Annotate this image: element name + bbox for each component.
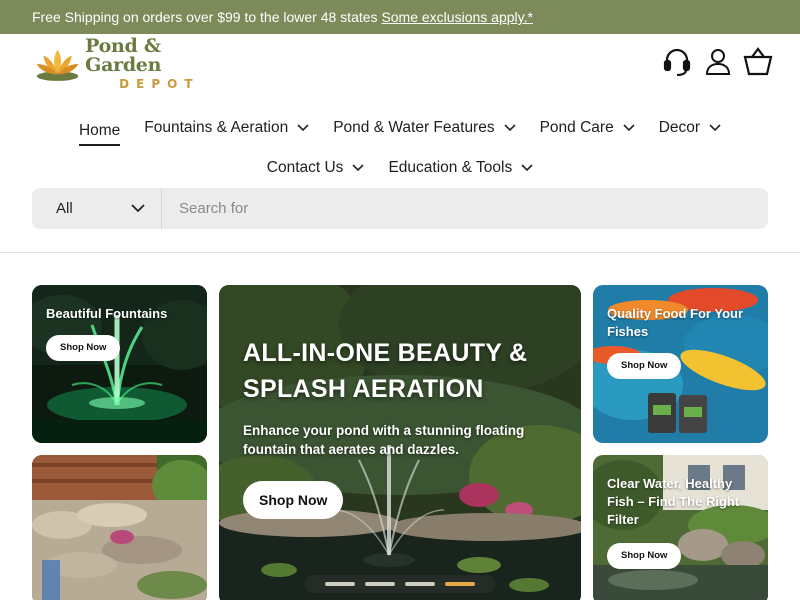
- nav-home[interactable]: Home: [78, 116, 121, 146]
- shop-now-button[interactable]: Shop Now: [46, 335, 121, 361]
- shop-now-button[interactable]: Shop Now: [607, 353, 682, 379]
- announcement-bar: Free Shipping on orders over $99 to the …: [0, 0, 800, 34]
- logo-subword: DEPOT: [119, 76, 200, 91]
- promo-tile-filter[interactable]: Clear Water, Healthy Fish – Find The Rig…: [593, 455, 768, 600]
- hero-description: Enhance your pond with a stunning floati…: [243, 423, 525, 457]
- carousel-dot[interactable]: [325, 582, 355, 586]
- tile-title: Beautiful Fountains: [46, 306, 168, 321]
- site-logo[interactable]: Pond & Garden DEPOT: [34, 36, 234, 90]
- carousel-dot[interactable]: [365, 582, 395, 586]
- search-input[interactable]: [162, 188, 768, 229]
- chevron-down-icon: [623, 124, 635, 132]
- promo-tile-waterfall[interactable]: [32, 455, 207, 600]
- exclusions-link[interactable]: Some exclusions apply.*: [381, 9, 532, 25]
- carousel-indicators: [305, 575, 495, 593]
- hero-heading: ALL-IN-ONE BEAUTY & SPLASH AERATION: [243, 339, 528, 403]
- promo-tile-fountains[interactable]: Beautiful Fountains Shop Now: [32, 285, 207, 443]
- chevron-down-icon: [504, 124, 516, 132]
- logo-wordmark: Pond & Garden: [85, 34, 162, 76]
- search-category-select[interactable]: All: [32, 188, 162, 229]
- chevron-down-icon: [521, 164, 533, 172]
- headset-icon[interactable]: [662, 46, 692, 76]
- nav-education-tools[interactable]: Education & Tools: [376, 156, 545, 180]
- nav-contact-us[interactable]: Contact Us: [255, 156, 377, 180]
- chevron-down-icon: [297, 124, 309, 132]
- promo-tile-fish-food[interactable]: Quality Food For Your Fishes Shop Now: [593, 285, 768, 443]
- chevron-down-icon: [131, 204, 145, 213]
- nav-decor[interactable]: Decor: [647, 116, 733, 140]
- chevron-down-icon: [352, 164, 365, 172]
- carousel-dot-active[interactable]: [445, 582, 475, 586]
- shop-now-button[interactable]: Shop Now: [607, 543, 682, 569]
- nav-pond-water-features[interactable]: Pond & Water Features: [321, 116, 527, 140]
- account-icon[interactable]: [703, 46, 733, 76]
- hero-banner[interactable]: ALL-IN-ONE BEAUTY & SPLASH AERATION Enha…: [219, 285, 581, 600]
- search-bar: All: [32, 188, 768, 229]
- tile-title: Clear Water, Healthy Fish – Find The Rig…: [607, 476, 740, 527]
- chevron-down-icon: [709, 124, 721, 132]
- lotus-logo-icon: [36, 49, 79, 81]
- main-nav: Home Fountains & Aeration Pond & Water F…: [0, 116, 800, 146]
- tile-title: Quality Food For Your Fishes: [607, 306, 744, 339]
- carousel-dot[interactable]: [405, 582, 435, 586]
- hero-shop-now-button[interactable]: Shop Now: [243, 481, 344, 519]
- cart-icon[interactable]: [743, 46, 773, 76]
- main-nav-row2: Contact Us Education & Tools: [0, 156, 800, 180]
- nav-pond-care[interactable]: Pond Care: [528, 116, 647, 140]
- nav-fountains-aeration[interactable]: Fountains & Aeration: [132, 116, 321, 140]
- header-divider: [0, 252, 800, 253]
- announcement-text: Free Shipping on orders over $99 to the …: [32, 9, 382, 25]
- waterfall-photo: [32, 455, 207, 600]
